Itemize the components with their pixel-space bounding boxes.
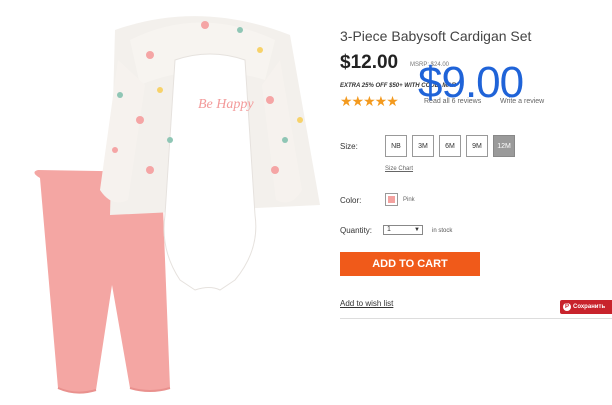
size-label: Size: bbox=[340, 142, 358, 151]
rating-stars: ★★★★★ bbox=[340, 93, 399, 109]
size-option-12m[interactable]: 12M bbox=[493, 135, 515, 157]
color-name: Pink bbox=[403, 197, 415, 203]
pinterest-save-button[interactable]: P Сохранить bbox=[560, 300, 612, 314]
size-option-3m[interactable]: 3M bbox=[412, 135, 434, 157]
size-chart-link[interactable]: Size Chart bbox=[385, 166, 413, 172]
divider bbox=[340, 318, 612, 319]
stock-status: in stock bbox=[432, 228, 453, 234]
quantity-label: Quantity: bbox=[340, 226, 373, 235]
color-swatch-pink[interactable] bbox=[385, 193, 398, 206]
add-to-cart-button[interactable]: ADD TO CART bbox=[340, 252, 480, 276]
pinterest-save-label: Сохранить bbox=[573, 304, 606, 310]
product-price: $12.00 bbox=[340, 52, 399, 73]
size-option-9m[interactable]: 9M bbox=[466, 135, 488, 157]
quantity-value: 1 bbox=[387, 226, 391, 233]
swatch-fill bbox=[388, 196, 395, 203]
size-option-nb[interactable]: NB bbox=[385, 135, 407, 157]
overlay-price: $9.00 bbox=[418, 58, 524, 107]
color-label: Color: bbox=[340, 196, 362, 205]
add-to-wishlist-link[interactable]: Add to wish list bbox=[340, 299, 393, 308]
size-options: NB 3M 6M 9M 12M bbox=[385, 135, 515, 157]
pinterest-icon: P bbox=[563, 303, 571, 311]
product-image[interactable]: Be Happy bbox=[0, 0, 330, 400]
product-title: 3-Piece Babysoft Cardigan Set bbox=[340, 28, 532, 44]
size-option-6m[interactable]: 6M bbox=[439, 135, 461, 157]
chevron-down-icon: ▼ bbox=[414, 227, 420, 233]
product-photo: Be Happy bbox=[34, 16, 320, 394]
image-caption: Be Happy bbox=[198, 97, 254, 112]
quantity-select[interactable]: 1 ▼ bbox=[383, 225, 423, 235]
